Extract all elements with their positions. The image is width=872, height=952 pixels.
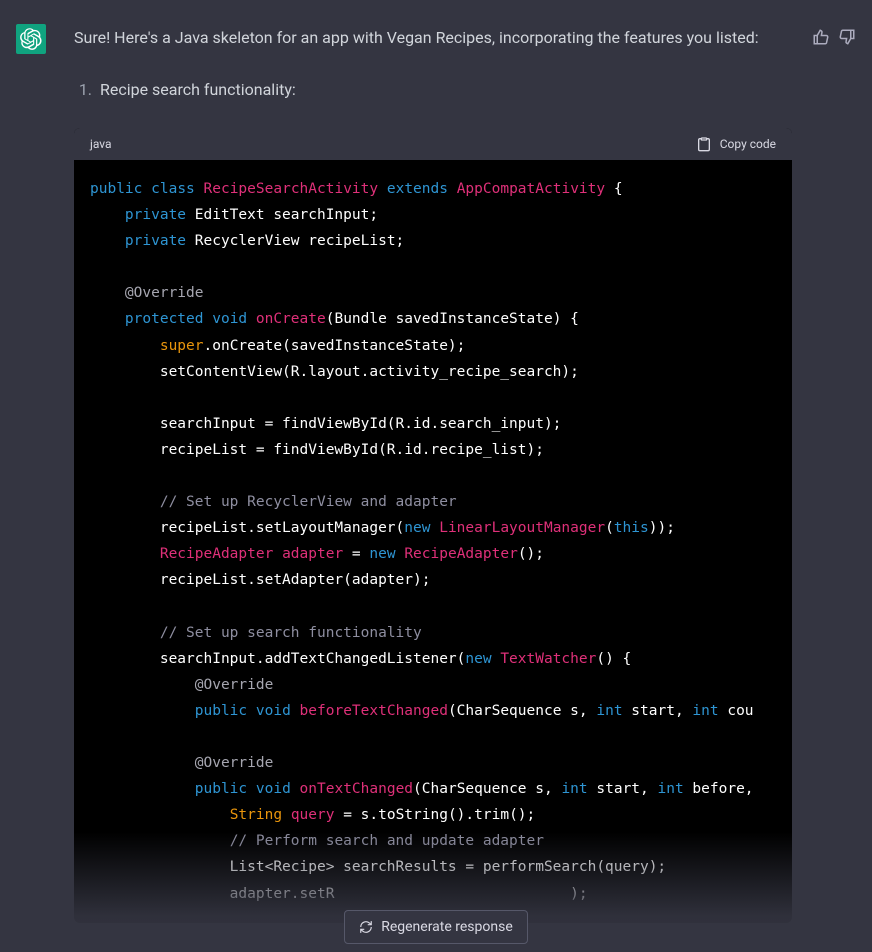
code-content[interactable]: public class RecipeSearchActivity extend…	[74, 160, 792, 923]
assistant-intro-text: Sure! Here's a Java skeleton for an app …	[74, 24, 796, 52]
feedback-buttons	[812, 28, 856, 46]
feature-list: Recipe search functionality:	[74, 76, 796, 104]
code-language-label: java	[90, 137, 112, 151]
openai-logo-icon	[20, 28, 42, 50]
feature-list-item: Recipe search functionality:	[96, 76, 796, 104]
copy-code-label: Copy code	[720, 137, 776, 151]
copy-code-button[interactable]: Copy code	[696, 136, 776, 152]
clipboard-icon	[696, 136, 712, 152]
message-content: Sure! Here's a Java skeleton for an app …	[74, 24, 856, 923]
thumbs-down-icon[interactable]	[838, 28, 856, 46]
regenerate-button[interactable]: Regenerate response	[344, 910, 528, 944]
regenerate-label: Regenerate response	[381, 919, 513, 935]
code-block: java Copy code public class RecipeSearch…	[74, 128, 792, 923]
refresh-icon	[359, 920, 373, 934]
assistant-avatar	[16, 24, 46, 54]
thumbs-up-icon[interactable]	[812, 28, 830, 46]
code-block-header: java Copy code	[74, 128, 792, 160]
assistant-message: Sure! Here's a Java skeleton for an app …	[0, 0, 872, 923]
